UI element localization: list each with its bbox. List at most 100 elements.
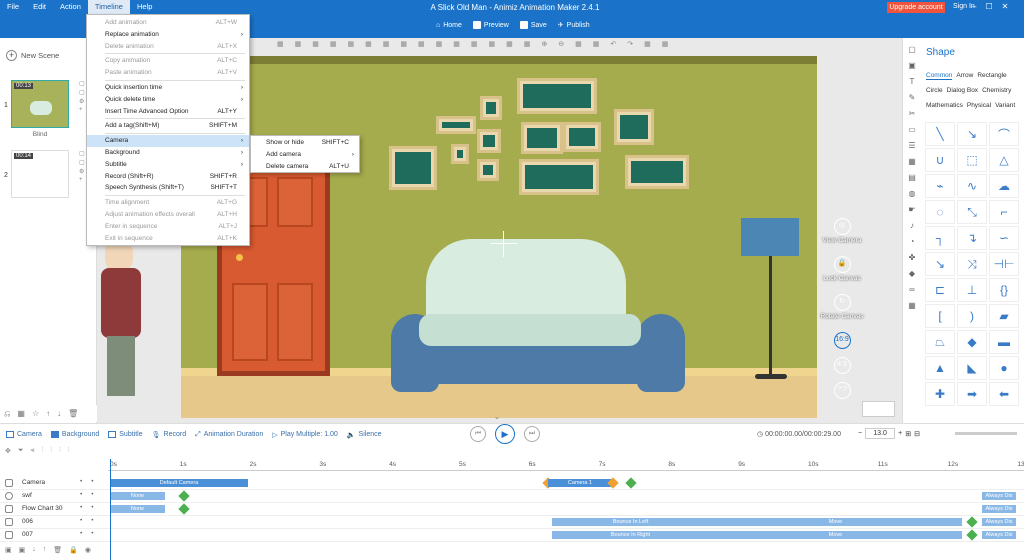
paint-icon[interactable]: ✤ <box>909 253 916 262</box>
drop-icon[interactable]: ◆ <box>909 269 915 278</box>
align-icon[interactable]: ▦ <box>662 40 669 52</box>
align-left-icon[interactable]: ⫷ <box>30 447 34 459</box>
trash-icon[interactable]: 🗑 <box>68 409 78 418</box>
tab-circle[interactable]: Circle <box>926 87 943 94</box>
track-row[interactable]: 006 •• Bounce In Left Move Always Dis <box>0 516 1024 529</box>
diamond-shape-icon[interactable]: ◆ <box>957 330 987 354</box>
folder-icon[interactable]: ▣ <box>5 546 12 558</box>
up-icon[interactable]: ↑ <box>43 546 47 558</box>
add-icon[interactable]: + <box>79 177 85 183</box>
menu-item-copy-animation[interactable]: Copy animation ALT+C <box>87 55 249 67</box>
bezier-shape-icon[interactable]: ⌁ <box>925 174 955 198</box>
track-visibility-icon[interactable]: •• <box>80 517 103 524</box>
settings-icon[interactable]: ⚙ <box>79 168 85 175</box>
dotted-rect-shape-icon[interactable]: ⬚ <box>957 148 987 172</box>
link-icon[interactable]: ∞ <box>909 285 915 294</box>
left-arrow-shape-icon[interactable]: ⬅ <box>989 382 1019 406</box>
menu-file[interactable]: File <box>0 0 26 14</box>
down-icon[interactable]: ↓ <box>57 409 61 418</box>
arrow-line-shape-icon[interactable]: ↘ <box>957 122 987 146</box>
eye-icon[interactable]: ◉ <box>85 546 91 558</box>
align-icon[interactable]: ▦ <box>489 40 496 52</box>
picture-frame[interactable] <box>436 116 476 134</box>
lamp-shade[interactable] <box>741 218 799 256</box>
zoom-minus-button[interactable]: − <box>858 430 862 437</box>
right-arrow-shape-icon[interactable]: ➡ <box>957 382 987 406</box>
align-icon[interactable]: ▦ <box>418 40 425 52</box>
trapezoid-shape-icon[interactable]: ⏢ <box>925 330 955 354</box>
playhead[interactable] <box>110 459 111 560</box>
align-icon[interactable]: ⫶ <box>59 447 61 459</box>
step-line-shape-icon[interactable]: ⌐ <box>989 200 1019 224</box>
filter-icon[interactable]: ⏷ <box>18 447 24 459</box>
shape-icon[interactable]: ▢ <box>908 45 916 54</box>
align-icon[interactable]: ▦ <box>575 40 582 52</box>
upgrade-button[interactable]: Upgrade account <box>887 2 945 13</box>
picture-frame[interactable] <box>451 144 469 164</box>
scene-thumbnail[interactable]: 00:14 <box>11 150 69 198</box>
picture-frame[interactable] <box>614 109 654 145</box>
menu-item-paste-animation[interactable]: Paste animation ALT+V <box>87 67 249 79</box>
add-keyframe-icon[interactable] <box>178 503 190 515</box>
tab-mathematics[interactable]: Mathematics <box>926 102 963 109</box>
menu-item-add-animation[interactable]: Add animation ALT+W <box>87 17 249 29</box>
align-icon[interactable]: ▦ <box>400 40 407 52</box>
picture-frame[interactable] <box>517 78 597 114</box>
zoom-minus-icon[interactable]: ⊟ <box>914 430 920 438</box>
timeline-clip[interactable]: Move <box>709 531 962 539</box>
add-icon[interactable]: ✥ <box>5 447 11 459</box>
timeline-clip[interactable]: Always Dis <box>982 505 1016 513</box>
background-button[interactable]: Background <box>50 431 99 438</box>
scene-item-2[interactable]: 2 00:14 ▢ ▢ ⚙ + <box>2 148 94 210</box>
publish-button[interactable]: ✈ Publish <box>558 21 590 30</box>
track-visibility-icon[interactable]: •• <box>80 530 103 537</box>
ratio-custom-button[interactable]: ?:? <box>833 382 851 399</box>
cloud-shape-icon[interactable]: ☁ <box>989 174 1019 198</box>
preview-button[interactable]: Preview <box>472 21 509 29</box>
parallelogram-shape-icon[interactable]: ▰ <box>989 304 1019 328</box>
close-icon[interactable]: ✕ <box>1002 2 1009 11</box>
ratio-4-3-button[interactable]: 4:3 <box>833 357 851 374</box>
submenu-item-add-camera[interactable]: Add camera › <box>251 149 359 161</box>
align-icon[interactable]: ▦ <box>277 40 284 52</box>
redo-icon[interactable]: ↷ <box>627 40 633 52</box>
parallel-shape-icon[interactable]: ⊣⊢ <box>989 252 1019 276</box>
align-icon[interactable]: ⫶ <box>41 447 43 459</box>
track-visibility-icon[interactable]: •• <box>80 491 103 498</box>
wave-shape-icon[interactable]: ∿ <box>957 174 987 198</box>
add-keyframe-icon[interactable] <box>178 490 190 502</box>
down-icon[interactable]: ↓ <box>32 546 36 558</box>
align-icon[interactable]: ▦ <box>348 40 355 52</box>
chart-icon[interactable]: ◔ <box>910 237 915 246</box>
picture-frame[interactable] <box>625 155 689 189</box>
align-icon[interactable]: ▦ <box>383 40 390 52</box>
subtitle-button[interactable]: Subtitle <box>108 431 143 438</box>
align-icon[interactable]: ▦ <box>330 40 337 52</box>
stage-canvas[interactable] <box>181 56 817 418</box>
undo-icon[interactable]: ↶ <box>610 40 616 52</box>
bracket-shape-icon[interactable]: ⊏ <box>925 278 955 302</box>
align-icon[interactable]: ▦ <box>524 40 531 52</box>
home-button[interactable]: ⌂ Home <box>436 22 462 29</box>
track-row[interactable]: 007 •• Bounce In Right Move Always Dis <box>0 529 1024 542</box>
globe-icon[interactable]: ◍ <box>909 189 916 198</box>
menu-help[interactable]: Help <box>130 0 159 14</box>
tab-common[interactable]: Common <box>926 72 953 80</box>
right-triangle-shape-icon[interactable]: ◣ <box>957 356 987 380</box>
timeline-clip[interactable]: Always Dis <box>982 518 1016 526</box>
curve-shape-icon[interactable]: ∪ <box>925 148 955 172</box>
elbow-shape-icon[interactable]: ┐ <box>925 226 955 250</box>
pointer-icon[interactable]: ☛ <box>908 205 915 214</box>
zoom-slider[interactable] <box>955 432 1017 435</box>
media-icon[interactable]: ▦ <box>908 157 916 166</box>
brush-icon[interactable]: ✎ <box>909 93 916 102</box>
menu-item-subtitle[interactable]: Subtitle › <box>87 159 249 171</box>
menu-item-delete-animation[interactable]: Delete animation ALT+X <box>87 41 249 53</box>
delete-icon[interactable]: ▢ <box>79 89 85 96</box>
double-curve-shape-icon[interactable]: ⤨ <box>957 252 987 276</box>
timeline-clip[interactable]: Always Dis <box>982 531 1016 539</box>
menu-edit[interactable]: Edit <box>26 0 53 14</box>
scene-thumbnail[interactable]: 00:13 <box>11 80 69 128</box>
tab-chemistry[interactable]: Chemistry <box>982 87 1011 94</box>
old-man-character[interactable] <box>97 238 145 408</box>
